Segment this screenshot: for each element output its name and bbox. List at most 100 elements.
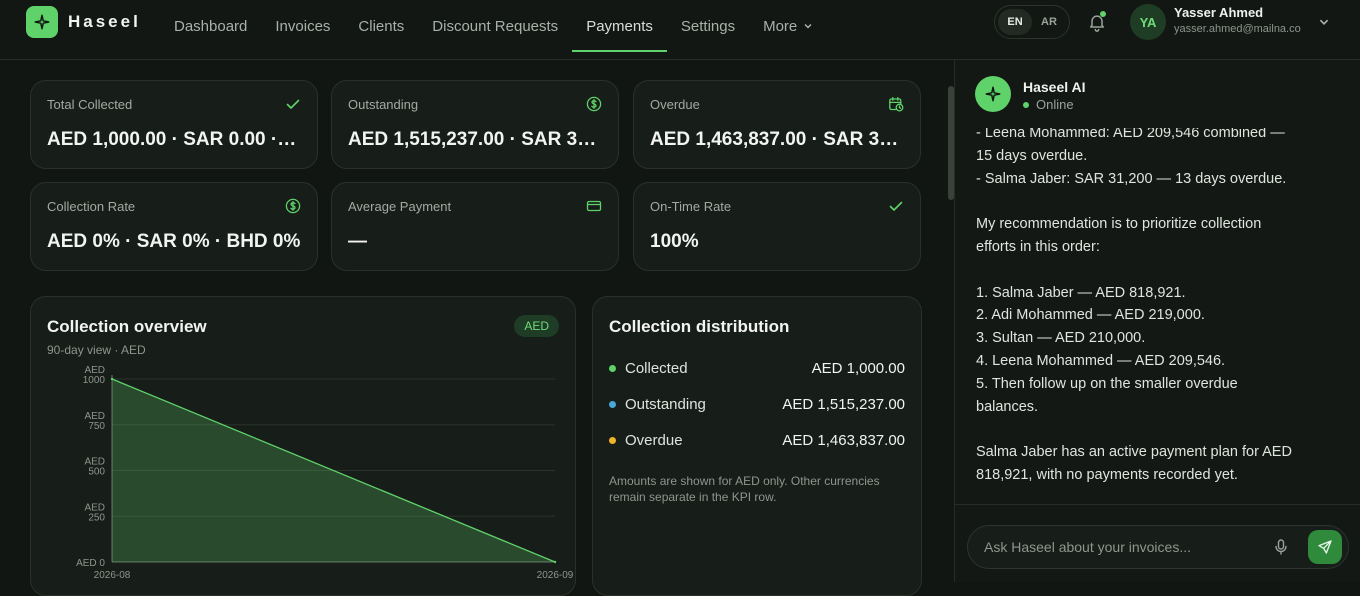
lang-en-button[interactable]: EN (998, 9, 1032, 35)
user-name[interactable]: Yasser Ahmed (1174, 5, 1263, 20)
kpi-label: Average Payment (348, 199, 452, 214)
y-tick-label: AED 750 (84, 411, 105, 432)
kpi-value: AED 1,515,237.00 · SAR 31,2… (348, 129, 602, 150)
chevron-down-icon[interactable] (1318, 16, 1330, 28)
nav-payments-label: Payments (586, 17, 653, 35)
ai-message: - Leena Mohammed: AED 209,546 combined —… (976, 122, 1306, 487)
ai-status-label: Online (1036, 97, 1074, 112)
ai-assistant-panel: - Leena Mohammed: AED 209,546 combined —… (954, 60, 1360, 582)
top-bar: Haseel Dashboard Invoices Clients Discou… (0, 0, 1360, 60)
chevron-down-icon (803, 21, 813, 31)
nav-more[interactable]: More (749, 0, 827, 52)
nav-clients[interactable]: Clients (344, 0, 418, 52)
ai-name: Haseel AI (1023, 79, 1086, 95)
legend-dot (609, 364, 616, 372)
y-tick-label: AED 1000 (83, 365, 106, 386)
send-button[interactable] (1308, 530, 1342, 564)
ai-composer (955, 504, 1360, 582)
distribution-label: Collected (625, 359, 688, 377)
kpi-card-average-payment: Average Payment — (331, 182, 619, 271)
message-line: efforts in this order: (976, 238, 1100, 255)
microphone-icon[interactable] (1274, 539, 1288, 555)
logo[interactable] (26, 6, 58, 38)
kpi-card-overdue: Overdue AED 1,463,837.00 · SAR 31,2… (633, 80, 921, 169)
online-dot (1023, 101, 1029, 108)
nav-invoices-label: Invoices (275, 17, 331, 35)
y-tick-label: AED 0 (76, 558, 105, 569)
nav-payments[interactable]: Payments (572, 0, 667, 52)
message-line: balances. (976, 398, 1039, 415)
ai-avatar (975, 76, 1011, 112)
nav-clients-label: Clients (358, 17, 405, 35)
collection-overview-chart: AED 0 AED 250 AED 500 AED 750 AED 1000 2026-08 202… (76, 365, 574, 581)
send-icon (1318, 540, 1332, 554)
user-email: yasser.ahmed@mailna.co (1174, 23, 1301, 35)
message-line: 4. Leena Mohammed — AED 209,546. (976, 352, 1226, 369)
check-icon (889, 201, 903, 211)
kpi-value: 100% (650, 231, 699, 252)
kpi-value: AED 1,000.00 · SAR 0.00 · … (47, 129, 301, 150)
x-tick-label: 2026-09 (537, 570, 574, 581)
dollar-circle-icon (586, 96, 602, 112)
nav-discount-requests-label: Discount Requests (432, 17, 559, 35)
brand-name: Haseel (68, 12, 141, 31)
ai-input-wrapper (967, 525, 1349, 569)
data-point (553, 560, 557, 564)
credit-card-icon (586, 200, 602, 212)
nav-invoices[interactable]: Invoices (261, 0, 344, 52)
message-line: - Salma Jaber: SAR 31,200 — 13 days over… (976, 170, 1287, 187)
kpi-label: Overdue (650, 97, 700, 112)
message-line: 1. Salma Jaber — AED 818,921. (976, 284, 1186, 301)
distribution-row-collected: Collected AED 1,000.00 (609, 358, 905, 378)
ai-status: Online (1023, 97, 1074, 112)
message-line: 2. Adi Mohammed — AED 219,000. (976, 307, 1205, 324)
nav-dashboard[interactable]: Dashboard (160, 0, 261, 52)
message-line: 818,921, with no payments recorded yet. (976, 466, 1238, 483)
distribution-row-outstanding: Outstanding AED 1,515,237.00 (609, 394, 905, 414)
notification-dot (1100, 11, 1106, 17)
distribution-value: AED 1,515,237.00 (782, 395, 905, 413)
panel-title: Collection distribution (609, 317, 790, 336)
message-gap (976, 190, 1306, 213)
legend-dot (609, 400, 616, 408)
kpi-label: Collection Rate (47, 199, 136, 214)
calendar-clock-icon (889, 96, 904, 112)
message-line: 3. Sultan — AED 210,000. (976, 330, 1146, 347)
message-gap (976, 418, 1306, 441)
message-line: 15 days overdue. (976, 147, 1088, 164)
ai-chat-input[interactable] (984, 526, 1264, 568)
kpi-value: AED 0% · SAR 0% · BHD 0% (47, 231, 301, 252)
kpi-value: AED 1,463,837.00 · SAR 31,2… (650, 129, 904, 150)
message-line: Salma Jaber has an active payment plan f… (976, 444, 1292, 461)
kpi-value: — (348, 231, 367, 252)
nav-settings-label: Settings (680, 17, 736, 35)
avatar[interactable]: YA (1130, 4, 1166, 40)
y-tick-label: AED 250 (84, 502, 105, 523)
sparkle-icon (985, 86, 1001, 102)
distribution-label: Overdue (625, 431, 683, 449)
lang-ar-button[interactable]: AR (1032, 9, 1066, 35)
kpi-card-collection-rate: Collection Rate AED 0% · SAR 0% · BHD 0% (30, 182, 318, 271)
distribution-value: AED 1,000.00 (811, 359, 905, 377)
kpi-label: On-Time Rate (650, 199, 732, 214)
language-switcher: EN AR (994, 5, 1070, 39)
y-tick-label: AED 500 (84, 457, 105, 478)
distribution-row-overdue: Overdue AED 1,463,837.00 (609, 430, 905, 450)
kpi-card-on-time-rate: On-Time Rate 100% (633, 182, 921, 271)
message-gap (976, 259, 1306, 282)
distribution-label: Outstanding (625, 395, 706, 413)
nav-more-label: More (763, 17, 798, 35)
distribution-value: AED 1,463,837.00 (782, 431, 905, 449)
nav-discount-requests[interactable]: Discount Requests (418, 0, 572, 52)
message-line: My recommendation is to prioritize colle… (976, 216, 1262, 233)
kpi-label: Outstanding (348, 97, 419, 112)
nav-dashboard-label: Dashboard (174, 17, 248, 35)
x-tick-label: 2026-08 (94, 570, 131, 581)
dollar-circle-icon (285, 198, 301, 214)
distribution-note: Amounts are shown for AED only. Other cu… (609, 474, 880, 504)
main-nav: Dashboard Invoices Clients Discount Requ… (160, 0, 827, 52)
kpi-card-total-collected: Total Collected AED 1,000.00 · SAR 0.00 … (30, 80, 318, 169)
data-point (110, 377, 114, 381)
check-icon (286, 99, 300, 109)
nav-settings[interactable]: Settings (667, 0, 749, 52)
